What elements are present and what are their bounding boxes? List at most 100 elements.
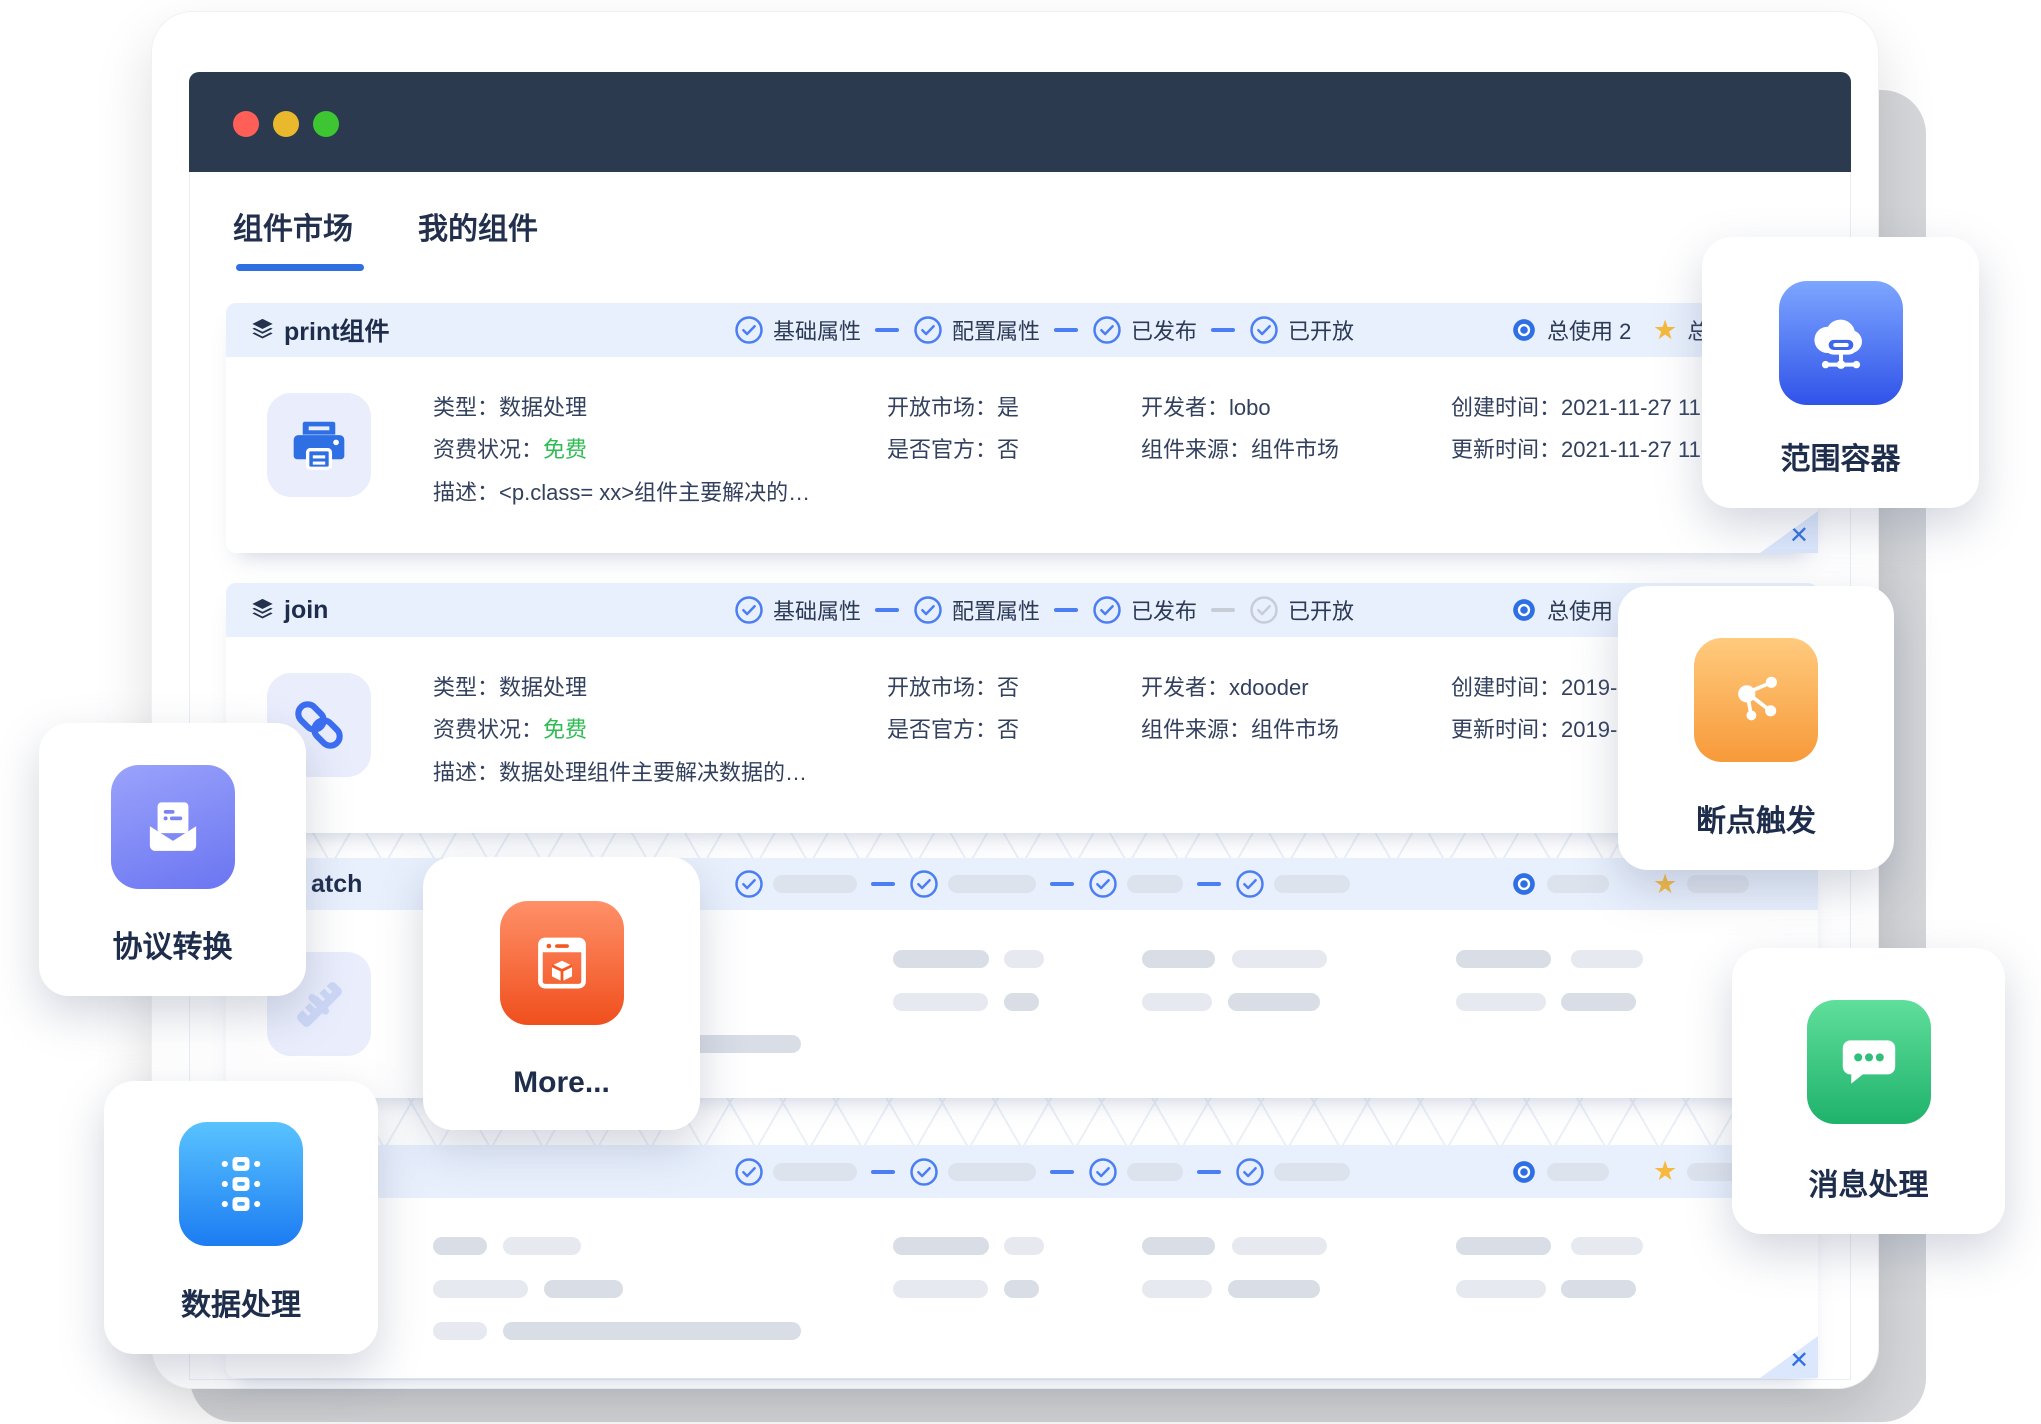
maximize-button[interactable]: [313, 111, 339, 137]
skeleton-pill: [1142, 950, 1215, 968]
skeleton-pill: [948, 1163, 1036, 1181]
feature-card-label: 数据处理: [104, 1280, 378, 1324]
field-source: 组件来源：组件市场: [1141, 715, 1339, 745]
feature-card-label: 范围容器: [1702, 434, 1979, 478]
skeleton-pill: [773, 875, 857, 893]
step-label: 已开放: [1288, 314, 1354, 346]
layers-icon: [249, 316, 276, 348]
minimize-button[interactable]: [273, 111, 299, 137]
collapse-corner[interactable]: ✕: [1760, 1336, 1818, 1378]
component-card-print[interactable]: print组件 基础属性 配置属性 已发布 已开放 总使用 2 ★ 总评: [226, 303, 1818, 553]
step-label: 基础属性: [773, 594, 861, 626]
skeleton-pill: [893, 1237, 989, 1255]
skeleton-pill: [948, 875, 1036, 893]
check-circle-icon: [734, 315, 764, 345]
skeleton-pill: [1142, 993, 1212, 1011]
close-card-icon: ✕: [1789, 1346, 1809, 1375]
feature-card-label: 断点触发: [1618, 796, 1894, 840]
field-type: 类型：数据处理: [433, 393, 587, 423]
molecule-icon: [1694, 638, 1818, 762]
field-official: 是否官方：否: [887, 715, 1019, 745]
field-open-market: 开放市场：否: [887, 673, 1019, 703]
window-titlebar: [189, 72, 1851, 172]
tab-my-components[interactable]: 我的组件: [418, 204, 538, 248]
skeleton-pill: [1004, 993, 1039, 1011]
feature-card-breakpoint-trigger: 断点触发: [1618, 586, 1894, 870]
feature-card-protocol-conversion: 协议转换: [39, 723, 306, 996]
tab-component-market[interactable]: 组件市场: [233, 204, 353, 248]
star-icon: ★: [1653, 871, 1677, 898]
skeleton-pill: [1547, 1163, 1609, 1181]
skeleton-pill: [1274, 875, 1350, 893]
window-body: 组件市场 我的组件 print组件 基础属性 配置属性 已发布 已开放: [189, 172, 1851, 1380]
step-label: 配置属性: [952, 314, 1040, 346]
card-title: print组件: [284, 303, 390, 357]
check-circle-icon: [734, 869, 764, 899]
step-label: 配置属性: [952, 594, 1040, 626]
cloud-network-icon: [1779, 281, 1903, 405]
usage-counter-skeleton: [1511, 1145, 1609, 1198]
step-connector: [1211, 328, 1235, 332]
skeleton-pill: [1004, 1237, 1044, 1255]
check-circle-icon: [734, 1157, 764, 1187]
skeleton-pill: [1456, 950, 1551, 968]
data-nodes-icon: [179, 1122, 303, 1246]
star-icon: ★: [1653, 317, 1677, 344]
close-button[interactable]: [233, 111, 259, 137]
skeleton-pill: [1456, 1280, 1546, 1298]
star-icon: ★: [1653, 1158, 1677, 1185]
component-card-skeleton[interactable]: ★ ✕: [226, 1145, 1818, 1378]
step-connector: [1054, 328, 1078, 332]
layers-icon: [249, 596, 276, 628]
field-developer: 开发者：xdooder: [1141, 673, 1309, 703]
skeleton-pill: [433, 1322, 487, 1340]
step-connector: [871, 1170, 895, 1174]
skeleton-pill: [1456, 1237, 1551, 1255]
check-circle-icon: [913, 595, 943, 625]
check-circle-icon: [1249, 315, 1279, 345]
feature-card-data-processing: 数据处理: [104, 1081, 378, 1354]
feature-card-label: 协议转换: [39, 922, 306, 966]
skeleton-pill: [893, 950, 989, 968]
close-card-icon: ✕: [1789, 521, 1809, 550]
skeleton-pill: [1547, 875, 1609, 893]
check-circle-pending-icon: [1249, 595, 1279, 625]
card-header: join 基础属性 配置属性 已发布 已开放 总使用 6 ★ 总评: [226, 583, 1818, 637]
check-circle-icon: [909, 869, 939, 899]
skeleton-pill: [1232, 1237, 1327, 1255]
step-connector: [1197, 1170, 1221, 1174]
screenshot-stage: 组件市场 我的组件 print组件 基础属性 配置属性 已发布 已开放: [0, 0, 2041, 1424]
field-type: 类型：数据处理: [433, 673, 587, 703]
step-connector: [1054, 608, 1078, 612]
card-header: print组件 基础属性 配置属性 已发布 已开放 总使用 2 ★ 总评: [226, 303, 1818, 357]
feature-card-message-processing: 消息处理: [1732, 948, 2005, 1234]
field-description: 描述：<p.class= xx>组件主要解决的…: [433, 478, 810, 508]
field-open-market: 开放市场：是: [887, 393, 1019, 423]
step-connector: [1197, 882, 1221, 886]
feature-card-label: More...: [423, 1066, 700, 1100]
step-badges: 基础属性 配置属性 已发布 已开放: [734, 303, 1354, 357]
check-circle-icon: [1092, 315, 1122, 345]
step-connector: [875, 328, 899, 332]
skeleton-pill: [1456, 993, 1546, 1011]
collapse-corner[interactable]: ✕: [1760, 511, 1818, 553]
field-fee: 资费状况：免费: [433, 435, 587, 465]
field-source: 组件来源：组件市场: [1141, 435, 1339, 465]
skeleton-pill: [1142, 1237, 1215, 1255]
field-fee: 资费状况：免费: [433, 715, 587, 745]
skeleton-pill: [1687, 875, 1749, 893]
skeleton-pill: [893, 1280, 988, 1298]
check-circle-icon: [1088, 869, 1118, 899]
card-header: ★: [226, 1145, 1818, 1198]
component-card-join[interactable]: join 基础属性 配置属性 已发布 已开放 总使用 6 ★ 总评: [226, 583, 1818, 833]
feature-card-label: 消息处理: [1732, 1160, 2005, 1204]
feature-card-more: More...: [423, 857, 700, 1130]
field-official: 是否官方：否: [887, 435, 1019, 465]
field-updated: 更新时间：2021-11-27 11:2: [1451, 435, 1719, 465]
skeleton-pill: [1232, 950, 1327, 968]
skeleton-pill: [503, 1237, 581, 1255]
check-circle-icon: [913, 315, 943, 345]
check-circle-icon: [1092, 595, 1122, 625]
skeleton-pill: [1571, 950, 1643, 968]
step-label: 基础属性: [773, 314, 861, 346]
